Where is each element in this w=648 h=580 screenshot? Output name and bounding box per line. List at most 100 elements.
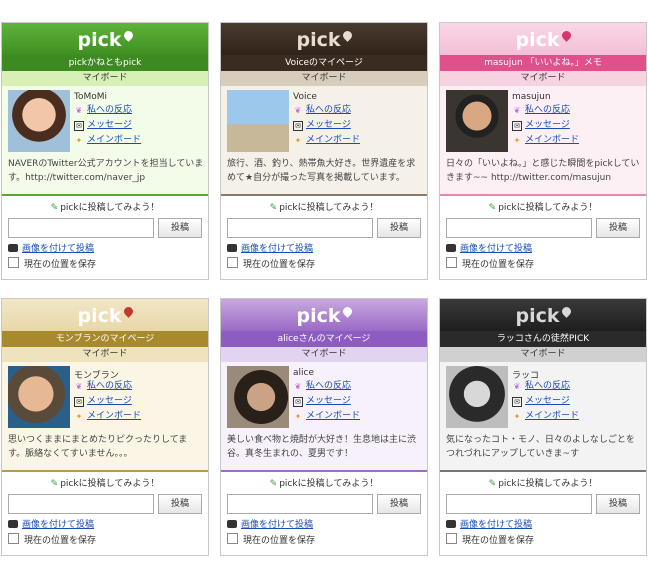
widget-subheader: マイボード bbox=[2, 71, 208, 86]
attach-image-row: 画像を付けて投稿 bbox=[221, 242, 427, 257]
post-prompt: ✎ pickに投稿してみよう！ bbox=[221, 476, 427, 492]
myboard-link[interactable]: メインボード bbox=[87, 135, 141, 145]
attach-image-link[interactable]: 画像を付けて投稿 bbox=[22, 244, 94, 254]
post-button[interactable]: 投稿 bbox=[596, 494, 640, 514]
attach-image-link[interactable]: 画像を付けて投稿 bbox=[22, 520, 94, 530]
attach-image-link[interactable]: 画像を付けて投稿 bbox=[241, 244, 313, 254]
pencil-icon: ✎ bbox=[488, 479, 497, 489]
widget-subheader: マイボード bbox=[440, 347, 646, 362]
camera-icon bbox=[227, 244, 237, 252]
post-prompt-text: pickに投稿してみよう！ bbox=[498, 479, 598, 489]
reaction-link[interactable]: 私への反応 bbox=[306, 105, 351, 115]
post-prompt: ✎ pickに投稿してみよう！ bbox=[440, 476, 646, 492]
sparkle-icon: ✦ bbox=[513, 412, 521, 421]
message-link[interactable]: メッセージ bbox=[306, 396, 351, 406]
profile-bio: 気になったコト・モノ、日々のよしなしごとをつれづれにアップしていきま~す bbox=[446, 435, 635, 459]
message-link[interactable]: メッセージ bbox=[306, 120, 351, 130]
save-location-label: 現在の位置を保存 bbox=[24, 260, 97, 270]
pin-icon bbox=[340, 305, 354, 318]
widget-header: pick bbox=[2, 299, 208, 331]
post-prompt-text: pickに投稿してみよう！ bbox=[60, 203, 160, 213]
post-button[interactable]: 投稿 bbox=[377, 494, 421, 514]
pick-logo[interactable]: pick bbox=[221, 305, 427, 327]
message-link[interactable]: メッセージ bbox=[87, 396, 132, 406]
widget-subheader: マイボード bbox=[440, 71, 646, 86]
attach-image-link[interactable]: 画像を付けて投稿 bbox=[460, 520, 532, 530]
post-button[interactable]: 投稿 bbox=[596, 218, 640, 238]
envelope-icon: ✉ bbox=[74, 121, 84, 131]
profile-panel: alice ❦ 私への反応 ✉ メッセージ ✦ メインボード 美しい食べ物と焼酎が大好… bbox=[221, 362, 427, 472]
attach-image-row: 画像を付けて投稿 bbox=[2, 242, 208, 257]
reaction-link[interactable]: 私への反応 bbox=[87, 381, 132, 391]
pick-logo[interactable]: pick bbox=[2, 29, 208, 51]
post-button[interactable]: 投稿 bbox=[158, 494, 202, 514]
location-checkbox[interactable] bbox=[227, 533, 238, 544]
camera-icon bbox=[8, 244, 18, 252]
heart-icon: ❦ bbox=[294, 106, 302, 115]
logo-text: pick bbox=[296, 305, 341, 327]
pick-widget: pick ラッコさんの徒然PICK マイボード ラッコ ❦ 私への反応 ✉ メッセー… bbox=[439, 298, 647, 556]
save-location-row: 現在の位置を保存 bbox=[2, 257, 208, 272]
reaction-link[interactable]: 私への反応 bbox=[306, 381, 351, 391]
pick-logo[interactable]: pick bbox=[440, 305, 646, 327]
avatar[interactable] bbox=[8, 90, 70, 152]
avatar[interactable] bbox=[227, 366, 289, 428]
pin-icon bbox=[559, 29, 573, 42]
reaction-link[interactable]: 私への反応 bbox=[525, 381, 570, 391]
avatar[interactable] bbox=[446, 90, 508, 152]
message-link[interactable]: メッセージ bbox=[525, 120, 570, 130]
pick-widget: pick pickかねともpick マイボード ToMoMi ❦ 私への反応 ✉ メ… bbox=[1, 22, 209, 280]
sparkle-icon: ✦ bbox=[75, 412, 83, 421]
reaction-link[interactable]: 私への反応 bbox=[87, 105, 132, 115]
save-location-label: 現在の位置を保存 bbox=[462, 260, 535, 270]
post-input[interactable] bbox=[227, 494, 373, 514]
pencil-icon: ✎ bbox=[50, 479, 59, 489]
post-button[interactable]: 投稿 bbox=[158, 218, 202, 238]
pick-logo[interactable]: pick bbox=[221, 29, 427, 51]
widget-title: Voiceのマイページ bbox=[221, 55, 427, 71]
location-checkbox[interactable] bbox=[8, 533, 19, 544]
heart-icon: ❦ bbox=[513, 106, 521, 115]
widget-title: aliceさんのマイページ bbox=[221, 331, 427, 347]
save-location-row: 現在の位置を保存 bbox=[2, 533, 208, 548]
attach-image-link[interactable]: 画像を付けて投稿 bbox=[241, 520, 313, 530]
envelope-icon: ✉ bbox=[74, 397, 84, 407]
post-input[interactable] bbox=[446, 494, 592, 514]
attach-image-link[interactable]: 画像を付けて投稿 bbox=[460, 244, 532, 254]
pick-logo[interactable]: pick bbox=[440, 29, 646, 51]
post-form: 投稿 bbox=[2, 216, 208, 242]
post-button[interactable]: 投稿 bbox=[377, 218, 421, 238]
location-checkbox[interactable] bbox=[227, 257, 238, 268]
message-link[interactable]: メッセージ bbox=[87, 120, 132, 130]
myboard-link[interactable]: メインボード bbox=[525, 135, 579, 145]
logo-text: pick bbox=[296, 29, 341, 51]
pick-logo[interactable]: pick bbox=[2, 305, 208, 327]
pick-widget: pick masujun 「いいよね。」メモ マイボード masujun ❦ 私へ… bbox=[439, 22, 647, 280]
username: alice bbox=[293, 368, 315, 378]
location-checkbox[interactable] bbox=[446, 533, 457, 544]
post-input[interactable] bbox=[446, 218, 592, 238]
post-input[interactable] bbox=[8, 494, 154, 514]
myboard-link[interactable]: メインボード bbox=[87, 411, 141, 421]
widget-subheader: マイボード bbox=[221, 347, 427, 362]
camera-icon bbox=[227, 520, 237, 528]
avatar[interactable] bbox=[227, 90, 289, 152]
reaction-link[interactable]: 私への反応 bbox=[525, 105, 570, 115]
location-checkbox[interactable] bbox=[446, 257, 457, 268]
avatar[interactable] bbox=[446, 366, 508, 428]
post-input[interactable] bbox=[8, 218, 154, 238]
profile-panel: Voice ❦ 私への反応 ✉ メッセージ ✦ メインボード 旅行、酒、釣り、熱帯魚大… bbox=[221, 86, 427, 196]
avatar[interactable] bbox=[8, 366, 70, 428]
save-location-label: 現在の位置を保存 bbox=[462, 536, 535, 546]
location-checkbox[interactable] bbox=[8, 257, 19, 268]
pin-icon bbox=[121, 305, 135, 318]
myboard-link[interactable]: メインボード bbox=[525, 411, 579, 421]
post-input[interactable] bbox=[227, 218, 373, 238]
message-link[interactable]: メッセージ bbox=[525, 396, 570, 406]
pin-icon bbox=[121, 29, 135, 42]
myboard-link[interactable]: メインボード bbox=[306, 135, 360, 145]
pick-widget: pick aliceさんのマイページ マイボード alice ❦ 私への反応 ✉ メ… bbox=[220, 298, 428, 556]
myboard-link[interactable]: メインボード bbox=[306, 411, 360, 421]
widget-subheader: マイボード bbox=[2, 347, 208, 362]
post-prompt-text: pickに投稿してみよう！ bbox=[279, 479, 379, 489]
